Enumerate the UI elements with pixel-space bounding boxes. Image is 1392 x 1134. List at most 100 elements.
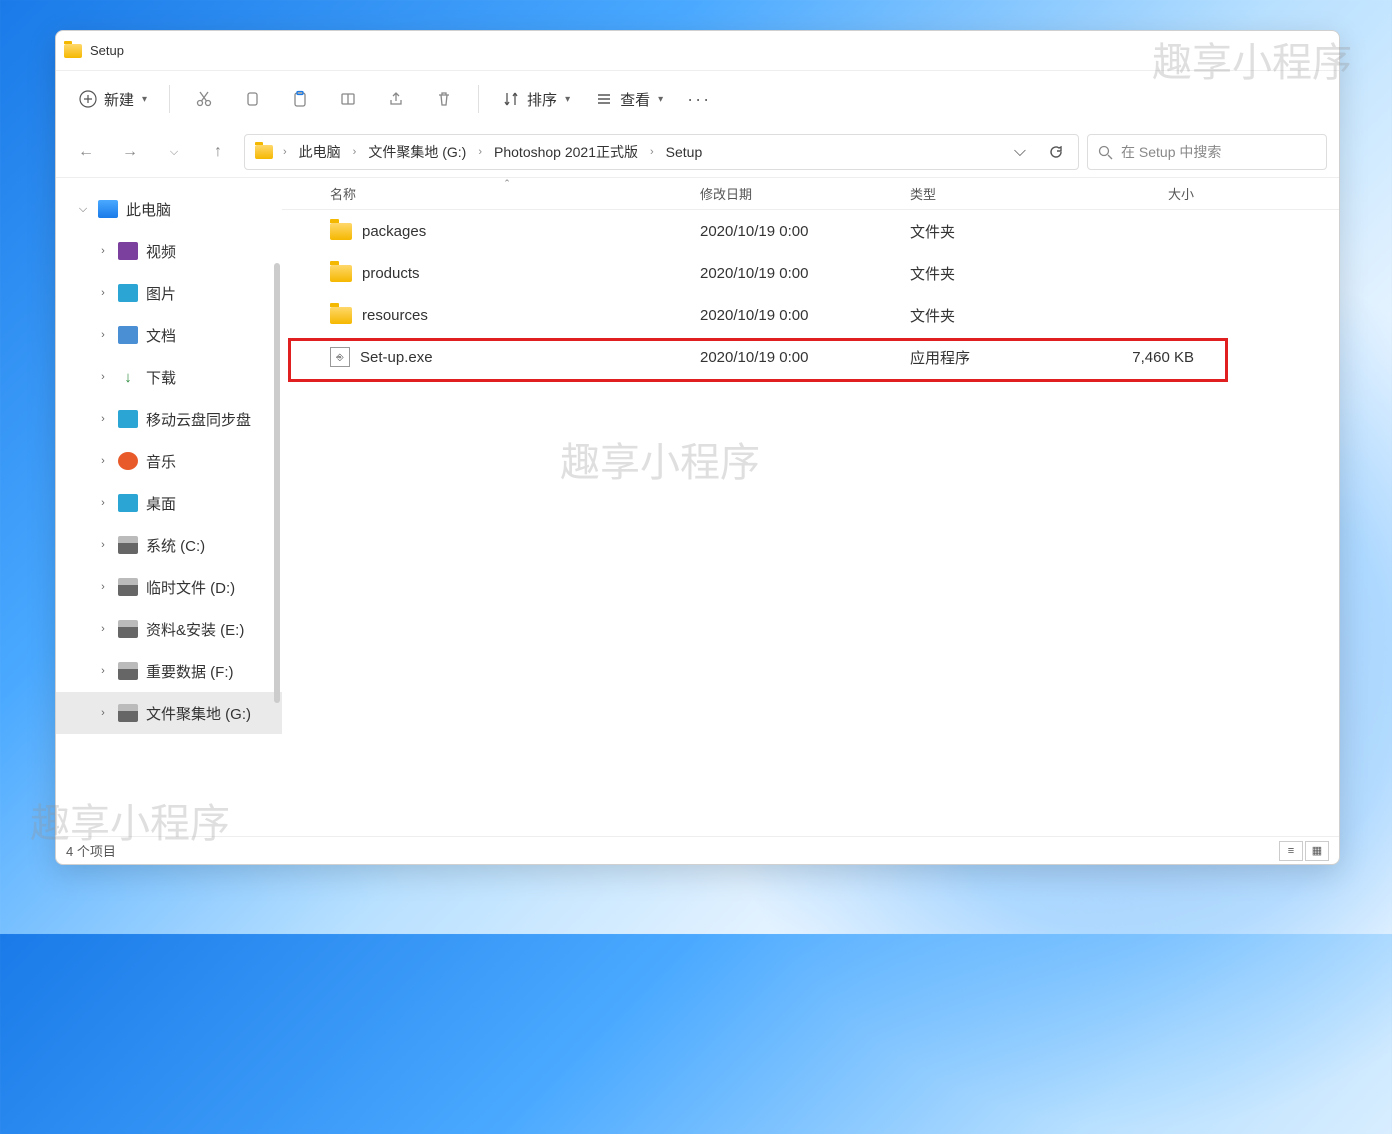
sidebar-item[interactable]: › 重要数据 (F:) — [56, 650, 282, 692]
rename-button[interactable] — [326, 79, 370, 119]
sidebar-item[interactable]: ›移动云盘同步盘 — [56, 398, 282, 440]
sidebar-item[interactable]: › 桌面 — [56, 482, 282, 524]
sidebar-item[interactable]: ›临时文件 (D:) — [56, 566, 282, 608]
breadcrumb-item[interactable]: 此电脑 — [291, 138, 349, 166]
separator — [478, 85, 479, 113]
forward-button[interactable]: → — [112, 134, 148, 170]
paste-button[interactable] — [278, 79, 322, 119]
breadcrumb-item[interactable]: Photoshop 2021正式版 — [486, 138, 646, 166]
file-type: 文件夹 — [902, 305, 1072, 326]
toolbar: 新建 ▾ 排序 ▾ — [56, 71, 1339, 127]
sidebar-item-label: 桌面 — [146, 493, 176, 514]
sidebar-item[interactable]: › 系统 (C:) — [56, 524, 282, 566]
expand-icon[interactable]: › — [96, 371, 110, 383]
file-row[interactable]: resources 2020/10/19 0:00文件夹 — [282, 294, 1339, 336]
sort-indicator-icon: ⌃ — [503, 178, 511, 189]
drive-icon — [118, 620, 138, 638]
chevron-right-icon: › — [648, 146, 656, 158]
view-button[interactable]: 查看 ▾ — [584, 83, 673, 116]
chevron-right-icon: › — [351, 146, 359, 158]
sidebar-item-label: 视频 — [146, 241, 176, 262]
back-button[interactable]: ← — [68, 134, 104, 170]
expand-icon[interactable]: › — [96, 287, 110, 299]
address-dropdown[interactable]: ⌵ — [1002, 135, 1038, 169]
column-name[interactable]: ⌃名称 — [322, 184, 692, 203]
file-date: 2020/10/19 0:00 — [692, 307, 902, 324]
sort-button[interactable]: 排序 ▾ — [491, 83, 580, 116]
file-date: 2020/10/19 0:00 — [692, 349, 902, 366]
search-input[interactable]: 在 Setup 中搜索 — [1087, 134, 1327, 170]
up-button[interactable]: ↑ — [200, 134, 236, 170]
expand-icon[interactable]: › — [96, 329, 110, 341]
column-size[interactable]: 大小 — [1072, 184, 1202, 203]
recent-dropdown[interactable]: ⌵ — [156, 134, 192, 170]
drive-icon — [118, 536, 138, 554]
drive-icon — [118, 662, 138, 680]
sidebar-item[interactable]: ›↓下载 — [56, 356, 282, 398]
breadcrumb-item[interactable]: Setup — [658, 140, 711, 164]
scrollbar[interactable] — [274, 263, 280, 703]
address-bar[interactable]: › 此电脑 › 文件聚集地 (G:) › Photoshop 2021正式版 ›… — [244, 134, 1079, 170]
file-name: resources — [362, 307, 428, 324]
refresh-button[interactable] — [1038, 135, 1074, 169]
column-type[interactable]: 类型 — [902, 184, 1072, 203]
pic-icon — [118, 284, 138, 302]
sidebar-item-label: 音乐 — [146, 451, 176, 472]
file-name: products — [362, 265, 420, 282]
body: ⌵此电脑›视频›图片›文档›↓下载›移动云盘同步盘›音乐›桌面›系统 (C:)›… — [56, 177, 1339, 836]
copy-button[interactable] — [230, 79, 274, 119]
breadcrumb-item[interactable]: 文件聚集地 (G:) — [360, 138, 474, 166]
sidebar-item-label: 重要数据 (F:) — [146, 661, 234, 682]
drive-icon — [118, 578, 138, 596]
expand-icon[interactable]: › — [96, 665, 110, 677]
sort-label: 排序 — [527, 89, 557, 110]
file-row[interactable]: packages2020/10/19 0:00文件夹 — [282, 210, 1339, 252]
file-row[interactable]: ⎆Set-up.exe2020/10/19 0:00应用程序7,460 KB — [282, 336, 1339, 378]
sidebar-item[interactable]: ›图片 — [56, 272, 282, 314]
expand-icon[interactable]: › — [96, 539, 110, 551]
folder-icon — [64, 44, 82, 58]
doc-icon — [118, 326, 138, 344]
share-button[interactable] — [374, 79, 418, 119]
sidebar-item[interactable]: › 音乐 — [56, 440, 282, 482]
expand-icon[interactable]: › — [96, 245, 110, 257]
search-placeholder: 在 Setup 中搜索 — [1121, 142, 1221, 162]
file-row[interactable]: products2020/10/19 0:00文件夹 — [282, 252, 1339, 294]
sidebar-item[interactable]: › 视频 — [56, 230, 282, 272]
expand-icon[interactable]: › — [96, 623, 110, 635]
expand-icon[interactable]: ⌵ — [76, 203, 90, 216]
sidebar-item-label: 文件聚集地 (G:) — [146, 703, 251, 724]
sidebar-item-label: 资料&安装 (E:) — [146, 619, 244, 640]
new-label: 新建 — [104, 89, 134, 110]
grid-view-button[interactable]: ▦ — [1305, 841, 1329, 861]
new-button[interactable]: 新建 ▾ — [68, 83, 157, 116]
sidebar-item[interactable]: › 资料&安装 (E:) — [56, 608, 282, 650]
cut-button[interactable] — [182, 79, 226, 119]
sort-icon — [501, 89, 521, 109]
expand-icon[interactable]: › — [96, 581, 110, 593]
file-date: 2020/10/19 0:00 — [692, 223, 902, 240]
sidebar: ⌵此电脑›视频›图片›文档›↓下载›移动云盘同步盘›音乐›桌面›系统 (C:)›… — [56, 178, 282, 836]
expand-icon[interactable]: › — [96, 497, 110, 509]
video-icon — [118, 242, 138, 260]
music-icon — [118, 452, 138, 470]
details-view-button[interactable]: ≡ — [1279, 841, 1303, 861]
dl-icon: ↓ — [118, 368, 138, 386]
sidebar-item[interactable]: › 文件聚集地 (G:) — [56, 692, 282, 734]
folder-icon — [255, 145, 273, 159]
sidebar-item[interactable]: ⌵此电脑 — [56, 188, 282, 230]
file-size: 7,460 KB — [1072, 349, 1202, 366]
expand-icon[interactable]: › — [96, 455, 110, 467]
more-button[interactable]: ··· — [677, 79, 721, 119]
delete-button[interactable] — [422, 79, 466, 119]
column-date[interactable]: 修改日期 — [692, 184, 902, 203]
sidebar-item-label: 系统 (C:) — [146, 535, 205, 556]
sidebar-item[interactable]: › 文档 — [56, 314, 282, 356]
sidebar-item-label: 文档 — [146, 325, 176, 346]
nav-row: ← → ⌵ ↑ › 此电脑 › 文件聚集地 (G:) › Photoshop 2… — [56, 127, 1339, 177]
window-title: Setup — [90, 43, 124, 58]
expand-icon[interactable]: › — [96, 707, 110, 719]
expand-icon[interactable]: › — [96, 413, 110, 425]
separator — [169, 85, 170, 113]
chevron-down-icon: ▾ — [565, 94, 570, 105]
